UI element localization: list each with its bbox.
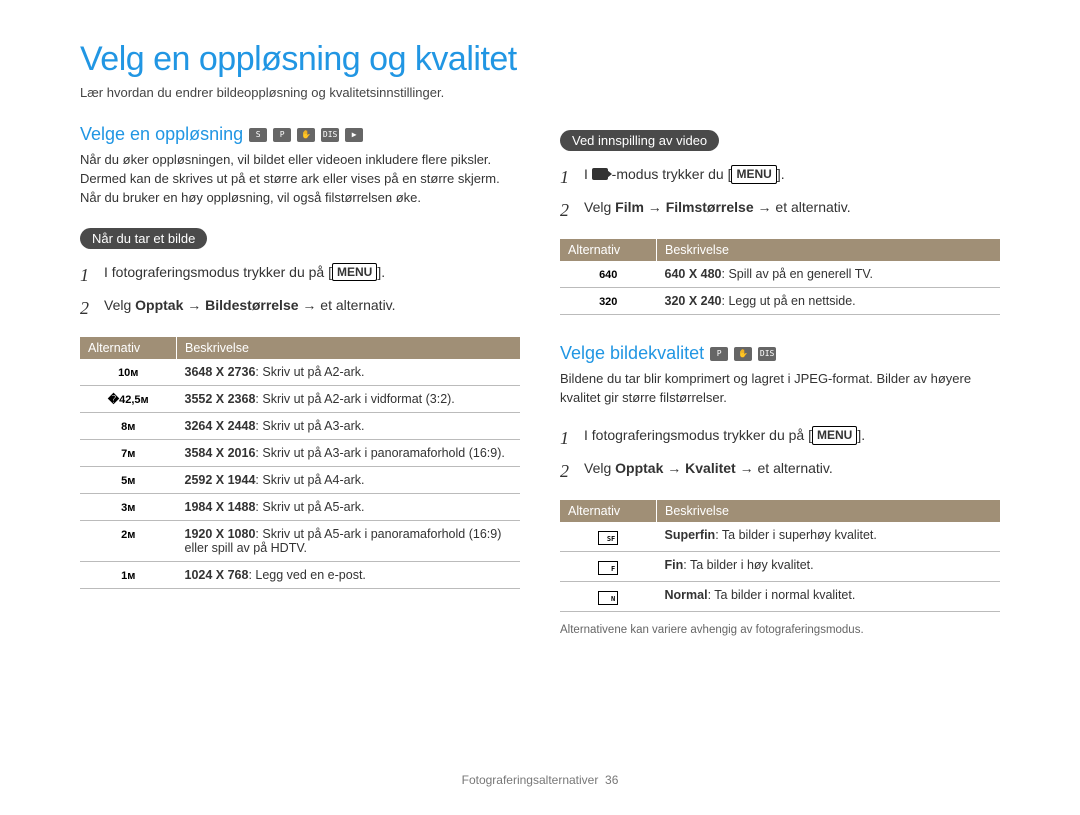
quality-desc: Superfin: Ta bilder i superhøy kvalitet. xyxy=(657,522,1001,552)
resolution-icon: 8м xyxy=(80,412,177,439)
step-1: 1 I fotograferingsmodus trykker du på [M… xyxy=(560,422,1000,455)
step-2: 2 Velg Opptak → Bildestørrelse → et alte… xyxy=(80,292,520,325)
quality-icon: F xyxy=(560,552,657,582)
heading-text: Velge en oppløsning xyxy=(80,124,243,145)
table-row: FFin: Ta bilder i høy kvalitet. xyxy=(560,552,1000,582)
table-row: 640640 X 480: Spill av på en generell TV… xyxy=(560,261,1000,288)
quality-intro: Bildene du tar blir komprimert og lagret… xyxy=(560,370,1000,408)
quality-desc: Normal: Ta bilder i normal kvalitet. xyxy=(657,582,1001,612)
table-row: NNormal: Ta bilder i normal kvalitet. xyxy=(560,582,1000,612)
mode-dis-icon: DIS xyxy=(321,128,339,142)
step-number: 1 xyxy=(560,426,574,451)
section-heading-resolution: Velge en oppløsning S P ✋ DIS ▶ xyxy=(80,124,520,145)
table-row: 3м1984 X 1488: Skriv ut på A5-ark. xyxy=(80,493,520,520)
table-row: 7м3584 X 2016: Skriv ut på A3-ark i pano… xyxy=(80,439,520,466)
resolution-desc: 3648 X 2736: Skriv ut på A2-ark. xyxy=(177,359,521,386)
quality-icon: SF xyxy=(560,522,657,552)
table-row: 320320 X 240: Legg ut på en nettside. xyxy=(560,288,1000,315)
resolution-desc: 2592 X 1944: Skriv ut på A4-ark. xyxy=(177,466,521,493)
resolution-desc: 3584 X 2016: Skriv ut på A3-ark i panora… xyxy=(177,439,521,466)
resolution-table: Alternativ Beskrivelse 10м3648 X 2736: S… xyxy=(80,337,520,589)
mode-p-icon: P xyxy=(710,347,728,361)
table-row: 5м2592 X 1944: Skriv ut på A4-ark. xyxy=(80,466,520,493)
mode-smart-icon: S xyxy=(249,128,267,142)
menu-button-icon: MENU xyxy=(812,426,857,445)
table-row: 8м3264 X 2448: Skriv ut på A3-ark. xyxy=(80,412,520,439)
th-description: Beskrivelse xyxy=(657,239,1001,261)
pill-photo: Når du tar et bilde xyxy=(80,228,207,249)
resolution-icon: 2м xyxy=(80,520,177,561)
resolution-icon: 10м xyxy=(80,359,177,386)
table-row: SFSuperfin: Ta bilder i superhøy kvalite… xyxy=(560,522,1000,552)
mode-video-icon: ▶ xyxy=(345,128,363,142)
mode-dis-icon: DIS xyxy=(758,347,776,361)
mode-hand-icon: ✋ xyxy=(297,128,315,142)
resolution-icon: 5м xyxy=(80,466,177,493)
step-number: 1 xyxy=(80,263,94,288)
video-size-table: Alternativ Beskrivelse 640640 X 480: Spi… xyxy=(560,239,1000,315)
step-number: 1 xyxy=(560,165,574,190)
th-description: Beskrivelse xyxy=(657,500,1001,522)
pill-video: Ved innspilling av video xyxy=(560,130,719,151)
quality-icon: N xyxy=(560,582,657,612)
step-1: 1 I fotograferingsmodus trykker du på [M… xyxy=(80,259,520,292)
step-number: 2 xyxy=(560,198,574,223)
th-alternative: Alternativ xyxy=(560,239,657,261)
left-column: Velge en oppløsning S P ✋ DIS ▶ Når du ø… xyxy=(80,124,520,636)
step-number: 2 xyxy=(80,296,94,321)
menu-button-icon: MENU xyxy=(332,263,377,282)
th-alternative: Alternativ xyxy=(560,500,657,522)
resolution-icon: �42,5м⁠ xyxy=(80,385,177,412)
resolution-icon: 7м xyxy=(80,439,177,466)
step-2: 2 Velg Film → Filmstørrelse → et alterna… xyxy=(560,194,1000,227)
quality-desc: Fin: Ta bilder i høy kvalitet. xyxy=(657,552,1001,582)
table-row: 10м3648 X 2736: Skriv ut på A2-ark. xyxy=(80,359,520,386)
th-alternative: Alternativ xyxy=(80,337,177,359)
quality-footnote: Alternativene kan variere avhengig av fo… xyxy=(560,624,1000,636)
page-footer: Fotograferingsalternativer 36 xyxy=(0,773,1080,787)
heading-text: Velge bildekvalitet xyxy=(560,343,704,364)
menu-button-icon: MENU xyxy=(731,165,776,184)
step-number: 2 xyxy=(560,459,574,484)
resolution-intro: Når du øker oppløsningen, vil bildet ell… xyxy=(80,151,520,208)
video-size-desc: 640 X 480: Spill av på en generell TV. xyxy=(657,261,1001,288)
video-size-icon: 640 xyxy=(560,261,657,288)
quality-table: Alternativ Beskrivelse SFSuperfin: Ta bi… xyxy=(560,500,1000,612)
videocam-icon xyxy=(592,168,608,180)
table-row: 2м1920 X 1080: Skriv ut på A5-ark i pano… xyxy=(80,520,520,561)
right-column: Ved innspilling av video 1 I -modus tryk… xyxy=(560,124,1000,636)
resolution-icon: 1м xyxy=(80,561,177,588)
page-subtitle: Lær hvordan du endrer bildeoppløsning og… xyxy=(80,85,1000,100)
steps-video: 1 I -modus trykker du [MENU]. 2 Velg Fil… xyxy=(560,161,1000,227)
video-size-icon: 320 xyxy=(560,288,657,315)
resolution-desc: 1984 X 1488: Skriv ut på A5-ark. xyxy=(177,493,521,520)
step-1: 1 I -modus trykker du [MENU]. xyxy=(560,161,1000,194)
video-size-desc: 320 X 240: Legg ut på en nettside. xyxy=(657,288,1001,315)
mode-p-icon: P xyxy=(273,128,291,142)
page-title: Velg en oppløsning og kvalitet xyxy=(80,40,1000,79)
resolution-desc: 3264 X 2448: Skriv ut på A3-ark. xyxy=(177,412,521,439)
table-row: �42,5м⁠3552 X 2368: Skriv ut på A2-ark i… xyxy=(80,385,520,412)
table-row: 1м1024 X 768: Legg ved en e-post. xyxy=(80,561,520,588)
mode-hand-icon: ✋ xyxy=(734,347,752,361)
resolution-desc: 3552 X 2368: Skriv ut på A2-ark i vidfor… xyxy=(177,385,521,412)
step-2: 2 Velg Opptak → Kvalitet → et alternativ… xyxy=(560,455,1000,488)
resolution-desc: 1024 X 768: Legg ved en e-post. xyxy=(177,561,521,588)
steps-quality: 1 I fotograferingsmodus trykker du på [M… xyxy=(560,422,1000,488)
resolution-icon: 3м xyxy=(80,493,177,520)
resolution-desc: 1920 X 1080: Skriv ut på A5-ark i panora… xyxy=(177,520,521,561)
steps-photo: 1 I fotograferingsmodus trykker du på [M… xyxy=(80,259,520,325)
th-description: Beskrivelse xyxy=(177,337,521,359)
section-heading-quality: Velge bildekvalitet P ✋ DIS xyxy=(560,343,1000,364)
